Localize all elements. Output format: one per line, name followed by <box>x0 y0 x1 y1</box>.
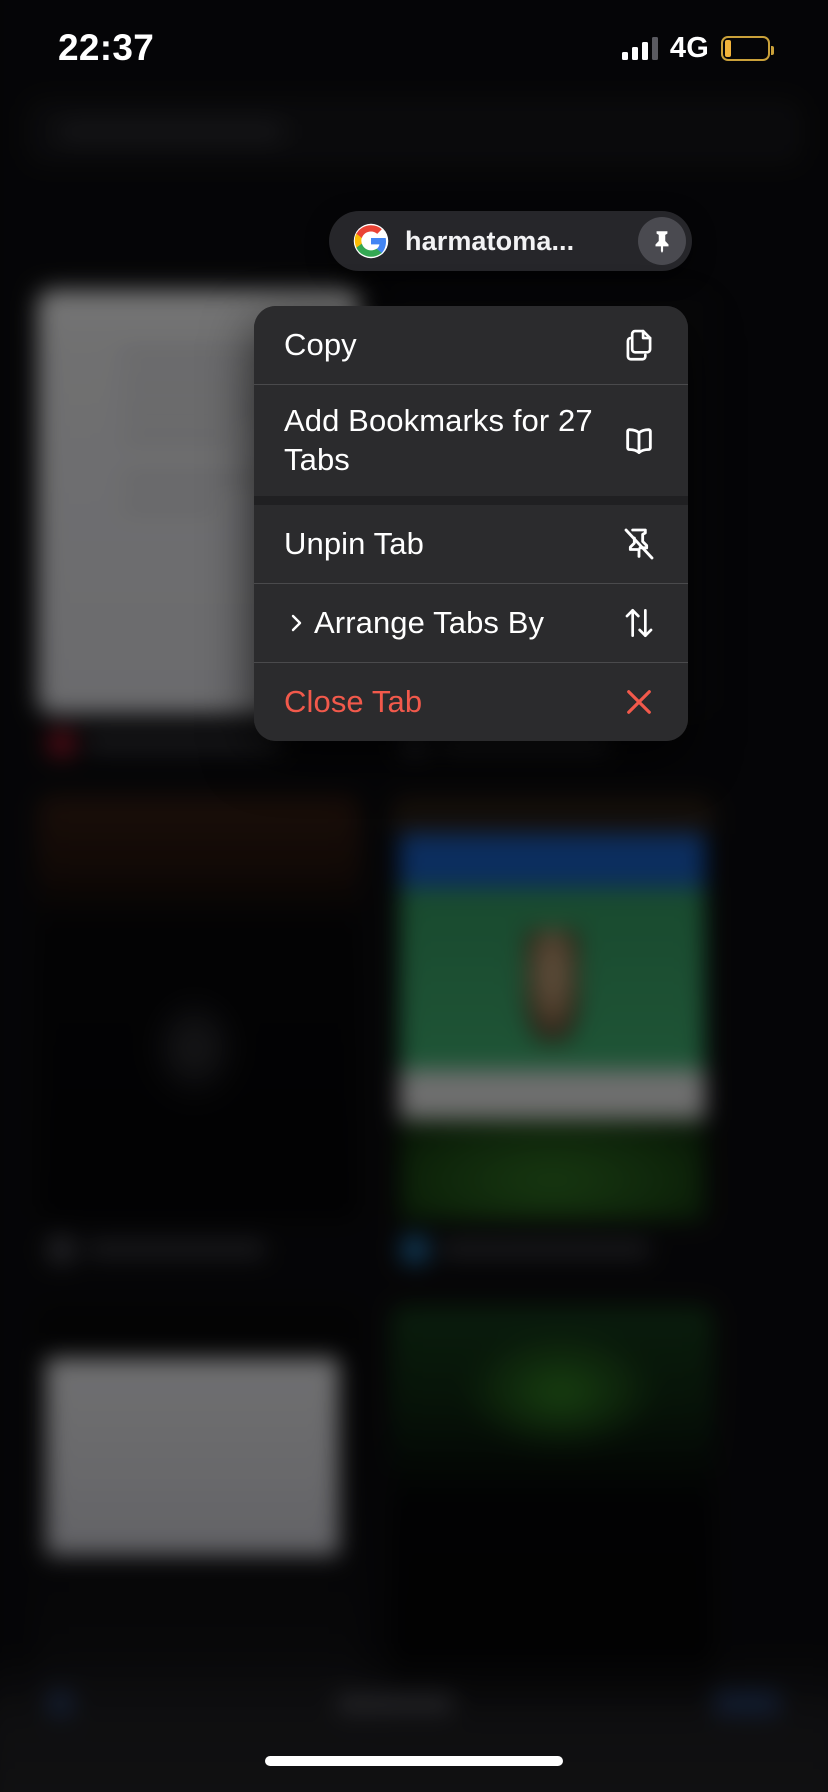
menu-item-label: Arrange Tabs By <box>314 605 545 641</box>
pin-slash-icon <box>616 524 662 564</box>
status-bar: 22:37 4G <box>0 0 828 96</box>
chevron-right-icon <box>284 611 310 635</box>
menu-item-close-tab[interactable]: Close Tab <box>254 662 688 741</box>
status-bar-clock: 22:37 <box>58 27 155 68</box>
google-g-icon <box>353 223 389 259</box>
pin-icon[interactable] <box>638 217 686 265</box>
menu-item-label: Copy <box>284 327 357 363</box>
menu-item-add-bookmarks[interactable]: Add Bookmarks for 27 Tabs <box>254 385 688 496</box>
xmark-icon <box>616 683 662 721</box>
arrow-up-arrow-down-icon <box>616 604 662 642</box>
menu-item-label: Add Bookmarks for 27 Tabs <box>284 403 593 478</box>
tab-context-menu: Copy Add Bookmarks for 27 Tabs Unpin Tab… <box>254 306 688 741</box>
safari-tab-switcher-screen: 22:37 4G harmatoma... Copy Add Bookmarks… <box>0 0 828 1792</box>
home-indicator[interactable] <box>265 1756 563 1766</box>
menu-item-copy[interactable]: Copy <box>254 306 688 384</box>
battery-low-icon <box>721 35 774 61</box>
cellular-bars-icon <box>621 36 658 60</box>
menu-item-label: Close Tab <box>284 684 423 720</box>
copy-documents-icon <box>616 326 662 364</box>
network-type-label: 4G <box>669 31 709 64</box>
book-icon <box>616 420 662 460</box>
menu-group-separator <box>254 495 688 505</box>
menu-item-arrange-tabs-by[interactable]: Arrange Tabs By <box>254 583 688 662</box>
menu-item-unpin-tab[interactable]: Unpin Tab <box>254 504 688 583</box>
pinned-tab-pill[interactable]: harmatoma... <box>329 211 692 271</box>
pinned-tab-title: harmatoma... <box>405 225 575 256</box>
menu-item-label: Unpin Tab <box>284 526 424 562</box>
status-bar-right: 4G <box>621 31 774 65</box>
